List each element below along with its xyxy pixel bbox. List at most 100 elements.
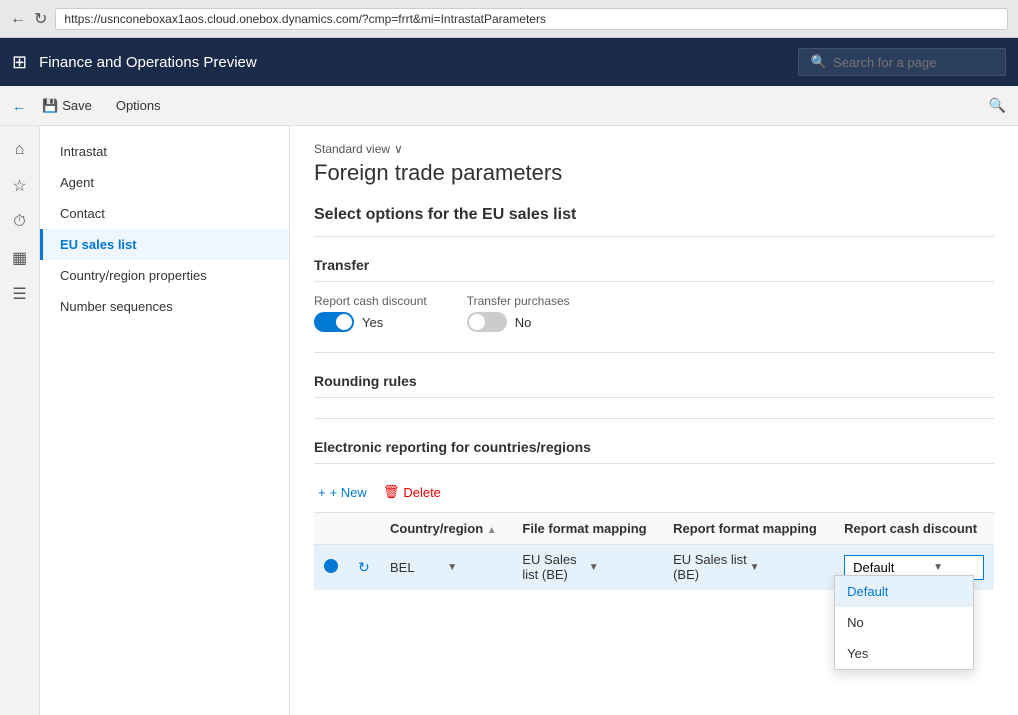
electronic-divider [314, 418, 994, 419]
report-cash-input[interactable] [853, 560, 933, 575]
electronic-reporting-table: Country/region ▲ File format mapping Rep… [314, 512, 994, 590]
table-header: Country/region ▲ File format mapping Rep… [314, 513, 994, 545]
transfer-purchases-value: No [515, 315, 532, 330]
address-bar[interactable]: https://usnconeboxax1aos.cloud.onebox.dy… [55, 8, 1008, 30]
sidebar-item-number-sequences[interactable]: Number sequences [40, 291, 289, 322]
electronic-reporting-section: Electronic reporting for countries/regio… [314, 431, 994, 590]
view-selector-label: Standard view [314, 142, 390, 156]
sort-icon[interactable]: ▲ [487, 525, 497, 536]
report-format-caret: ▼ [750, 562, 825, 573]
file-format-value: EU Sales list (BE) [522, 552, 586, 582]
transfer-fields: Report cash discount Yes Transfer purcha… [314, 294, 994, 332]
report-cash-discount-toggle-container: Yes [314, 312, 427, 332]
row-file-format-cell: EU Sales list (BE) ▼ [512, 545, 663, 590]
toggle-knob-2 [469, 314, 485, 330]
app-title: Finance and Operations Preview [39, 54, 798, 71]
rounding-section: Rounding rules [314, 365, 994, 398]
rounding-divider [314, 352, 994, 353]
modules-icon[interactable]: ☰ [4, 278, 36, 310]
country-value: BEL [390, 560, 445, 575]
report-cash-discount-label: Report cash discount [314, 294, 427, 308]
country-select[interactable]: BEL ▼ [390, 560, 502, 575]
transfer-section: Transfer Report cash discount Yes Transf… [314, 249, 994, 332]
view-selector-caret: ∨ [394, 142, 403, 156]
transfer-purchases-field: Transfer purchases No [467, 294, 570, 332]
new-icon: + [318, 485, 326, 500]
delete-icon: 🗑 [383, 484, 400, 500]
section-heading: Select options for the EU sales list [314, 206, 994, 224]
dropdown-option-no[interactable]: No [835, 607, 973, 638]
save-button[interactable]: 💾 Save [34, 94, 100, 118]
report-cash-discount-value: Yes [362, 315, 383, 330]
command-search-button[interactable]: 🔍 [989, 97, 1006, 114]
row-refresh-cell: ↻ [348, 545, 380, 590]
browser-bar: ← ↻ https://usnconeboxax1aos.cloud.onebo… [0, 0, 1018, 38]
dropdown-option-yes[interactable]: Yes [835, 638, 973, 669]
row-radio[interactable] [324, 559, 338, 573]
back-button[interactable]: ← [10, 10, 26, 28]
country-caret: ▼ [447, 562, 502, 573]
dropdown-option-default[interactable]: Default [835, 576, 973, 607]
command-bar: ← 💾 Save Options 🔍 [0, 86, 1018, 126]
sidebar-item-agent[interactable]: Agent [40, 167, 289, 198]
col-header-radio [314, 513, 348, 545]
table-toolbar: + + New 🗑 Delete [314, 476, 994, 508]
save-icon: 💾 [42, 98, 58, 114]
back-nav-button[interactable]: ← [12, 98, 26, 114]
sidebar-item-intrastat[interactable]: Intrastat [40, 136, 289, 167]
report-format-select[interactable]: EU Sales list (BE) ▼ [673, 552, 824, 582]
file-format-select[interactable]: EU Sales list (BE) ▼ [522, 552, 653, 582]
toggle-knob [336, 314, 352, 330]
transfer-header: Transfer [314, 249, 994, 282]
save-label: Save [62, 98, 92, 113]
col-header-file-format: File format mapping [512, 513, 663, 545]
new-row-button[interactable]: + + New [314, 483, 371, 502]
col-header-refresh [348, 513, 380, 545]
new-label: + New [330, 485, 367, 500]
report-format-value: EU Sales list (BE) [673, 552, 748, 582]
sync-icon[interactable]: ↻ [358, 559, 370, 575]
page-title: Foreign trade parameters [314, 160, 994, 186]
electronic-reporting-header: Electronic reporting for countries/regio… [314, 431, 994, 464]
options-button[interactable]: Options [108, 94, 169, 117]
sidebar-item-eu-sales-list[interactable]: EU sales list [40, 229, 289, 260]
col-header-report-format: Report format mapping [663, 513, 834, 545]
transfer-purchases-toggle[interactable] [467, 312, 507, 332]
grid-icon[interactable]: ⊞ [12, 52, 27, 73]
options-label: Options [116, 98, 161, 113]
section-divider [314, 236, 994, 237]
report-cash-caret: ▼ [933, 562, 943, 573]
table-body: ↻ BEL ▼ EU Sales list (BE) ▼ [314, 545, 994, 590]
main-layout: ⌂ ☆ ⏱ ▦ ☰ Intrastat Agent Contact EU sal… [0, 126, 1018, 715]
row-report-cash-cell[interactable]: ▼ Default No Yes [834, 545, 994, 590]
refresh-button[interactable]: ↻ [34, 9, 47, 29]
favorites-icon[interactable]: ☆ [4, 170, 36, 202]
view-selector[interactable]: Standard view ∨ [314, 142, 994, 156]
row-radio-cell[interactable] [314, 545, 348, 590]
row-country-cell: BEL ▼ [380, 545, 512, 590]
rounding-header: Rounding rules [314, 365, 994, 398]
delete-row-button[interactable]: 🗑 Delete [379, 482, 445, 502]
sidebar-item-country-region[interactable]: Country/region properties [40, 260, 289, 291]
transfer-purchases-label: Transfer purchases [467, 294, 570, 308]
report-cash-dropdown-menu: Default No Yes [834, 575, 974, 670]
delete-label: Delete [403, 485, 441, 500]
search-input[interactable] [833, 55, 993, 70]
recent-icon[interactable]: ⏱ [4, 206, 36, 238]
col-header-report-cash: Report cash discount [834, 513, 994, 545]
search-box[interactable]: 🔍 [798, 48, 1006, 76]
workspaces-icon[interactable]: ▦ [4, 242, 36, 274]
sidebar-item-contact[interactable]: Contact [40, 198, 289, 229]
search-icon: 🔍 [811, 54, 827, 70]
file-format-caret: ▼ [589, 562, 653, 573]
nav-icons-strip: ⌂ ☆ ⏱ ▦ ☰ [0, 126, 40, 715]
table-row[interactable]: ↻ BEL ▼ EU Sales list (BE) ▼ [314, 545, 994, 590]
left-navigation: Intrastat Agent Contact EU sales list Co… [40, 126, 290, 715]
content-area: Standard view ∨ Foreign trade parameters… [290, 126, 1018, 715]
report-cash-discount-toggle[interactable] [314, 312, 354, 332]
transfer-purchases-toggle-container: No [467, 312, 570, 332]
col-header-country: Country/region ▲ [380, 513, 512, 545]
row-report-format-cell: EU Sales list (BE) ▼ [663, 545, 834, 590]
home-icon[interactable]: ⌂ [4, 134, 36, 166]
report-cash-discount-field: Report cash discount Yes [314, 294, 427, 332]
